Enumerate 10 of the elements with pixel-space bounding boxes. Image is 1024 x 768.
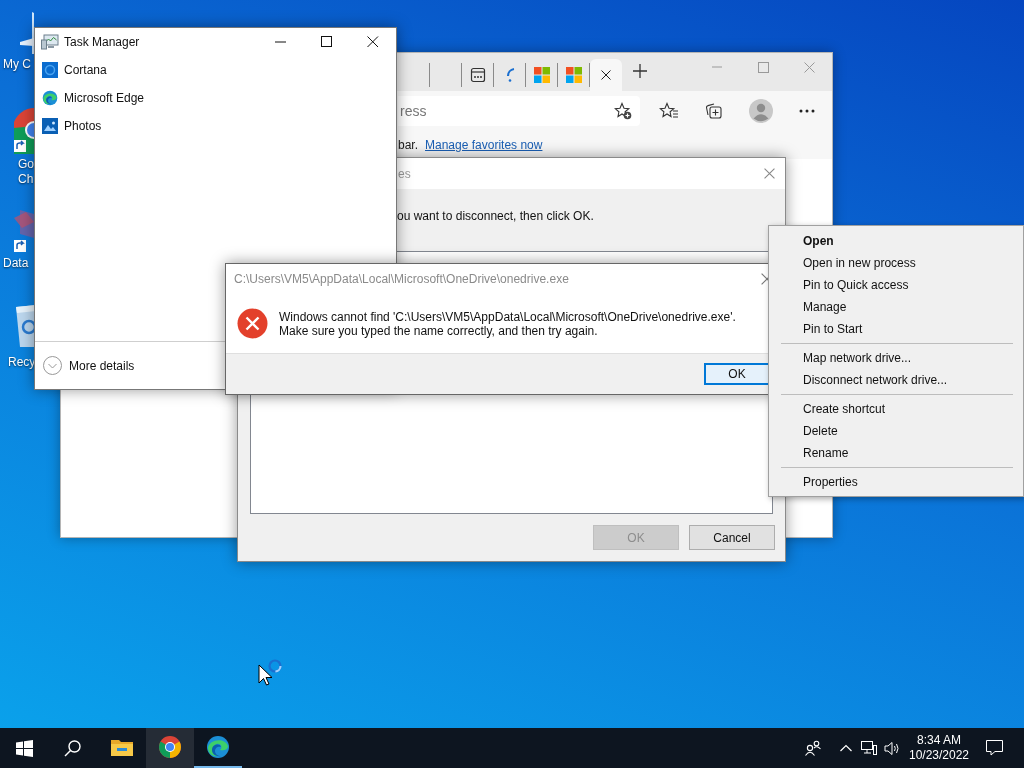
window-title: Task Manager	[64, 34, 140, 51]
dialog-title: es	[398, 165, 411, 183]
error-message: Make sure you typed the name correctly, and then try again.	[279, 323, 598, 338]
error-message: Windows cannot find 'C:\Users\VM5\AppData\Local\Microsoft\OneDrive\onedrive.exe'.	[279, 309, 736, 324]
instruction-text: ou want to disconnect, then click OK.	[397, 209, 594, 223]
address-placeholder: ress	[400, 101, 427, 121]
dialog-title: C:\Users\VM5\AppData\Local\Microsoft\OneDrive\onedrive.exe	[234, 271, 569, 288]
clock-date: 10/23/2022	[908, 748, 970, 763]
favorites-bar-text: bar.	[398, 137, 418, 154]
clock-time: 8:34 AM	[917, 733, 961, 748]
